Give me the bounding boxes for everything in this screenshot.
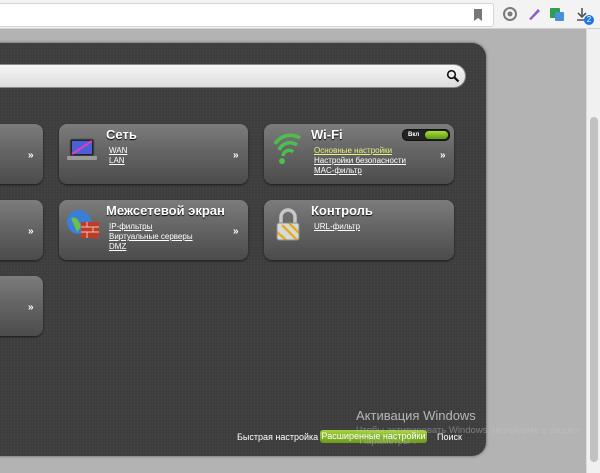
tile-expand-arrow[interactable]: » (233, 226, 239, 237)
extension-circle-icon[interactable] (502, 6, 518, 22)
tile-firewall[interactable]: Межсетевой экран IP-фильтры Виртуальные … (59, 200, 248, 260)
tile-expand-arrow[interactable]: » (28, 150, 34, 161)
tile-expand-arrow[interactable]: » (28, 226, 34, 237)
link-wan[interactable]: WAN (109, 146, 127, 156)
tile-title: Wi-Fi (311, 127, 343, 142)
windows-activation-text: Чтобы активировать Windows, перейдите в … (356, 425, 581, 447)
link-dmz[interactable]: DMZ (109, 242, 193, 252)
tile-left-1[interactable]: » (0, 124, 43, 184)
link-virtual-servers[interactable]: Виртуальные серверы (109, 232, 193, 242)
nav-quick-setup[interactable]: Быстрая настройка (237, 432, 318, 442)
link-security-settings[interactable]: Настройки безопасности (314, 156, 406, 166)
wifi-icon (273, 133, 301, 164)
tile-expand-arrow[interactable]: » (233, 150, 239, 161)
tile-left-3[interactable]: » (0, 276, 43, 336)
tile-control[interactable]: Контроль URL-фильтр (264, 200, 454, 260)
downloads-badge: 2 (584, 15, 594, 25)
search-box (0, 64, 466, 88)
wifi-toggle[interactable]: Вкл (402, 129, 450, 141)
tile-expand-arrow[interactable]: » (28, 302, 34, 313)
tile-title: Межсетевой экран (106, 203, 225, 218)
windows-activation-title: Активация Windows (356, 408, 476, 423)
page-scrollbar[interactable] (586, 29, 600, 473)
browser-toolbar: 2 (0, 0, 600, 29)
tile-network[interactable]: Сеть WAN LAN » (59, 124, 248, 184)
padlock-icon (276, 208, 300, 241)
toggle-knob[interactable] (425, 131, 448, 139)
tile-title: Контроль (311, 203, 373, 218)
network-monitor-icon (67, 138, 97, 160)
pen-extension-icon[interactable] (526, 6, 542, 22)
scrollbar-thumb[interactable] (590, 117, 598, 462)
firewall-globe-icon (67, 210, 99, 238)
tile-expand-arrow[interactable]: » (440, 150, 446, 161)
link-lan[interactable]: LAN (109, 156, 127, 166)
search-icon[interactable] (446, 69, 460, 83)
link-url-filter[interactable]: URL-фильтр (314, 222, 360, 232)
link-ip-filters[interactable]: IP-фильтры (109, 222, 193, 232)
translate-extension-icon[interactable] (549, 6, 565, 22)
tile-left-2[interactable]: » (0, 200, 43, 260)
bookmark-icon[interactable] (470, 7, 486, 23)
tile-title: Сеть (106, 127, 137, 142)
tile-wifi[interactable]: Wi-Fi Вкл Основные настройки Настройки б… (264, 124, 454, 184)
search-input[interactable] (4, 67, 428, 87)
link-basic-settings[interactable]: Основные настройки (314, 146, 406, 156)
link-mac-filter[interactable]: MAC-фильтр (314, 166, 406, 176)
toggle-label: Вкл (408, 132, 420, 138)
address-bar[interactable] (0, 3, 494, 27)
